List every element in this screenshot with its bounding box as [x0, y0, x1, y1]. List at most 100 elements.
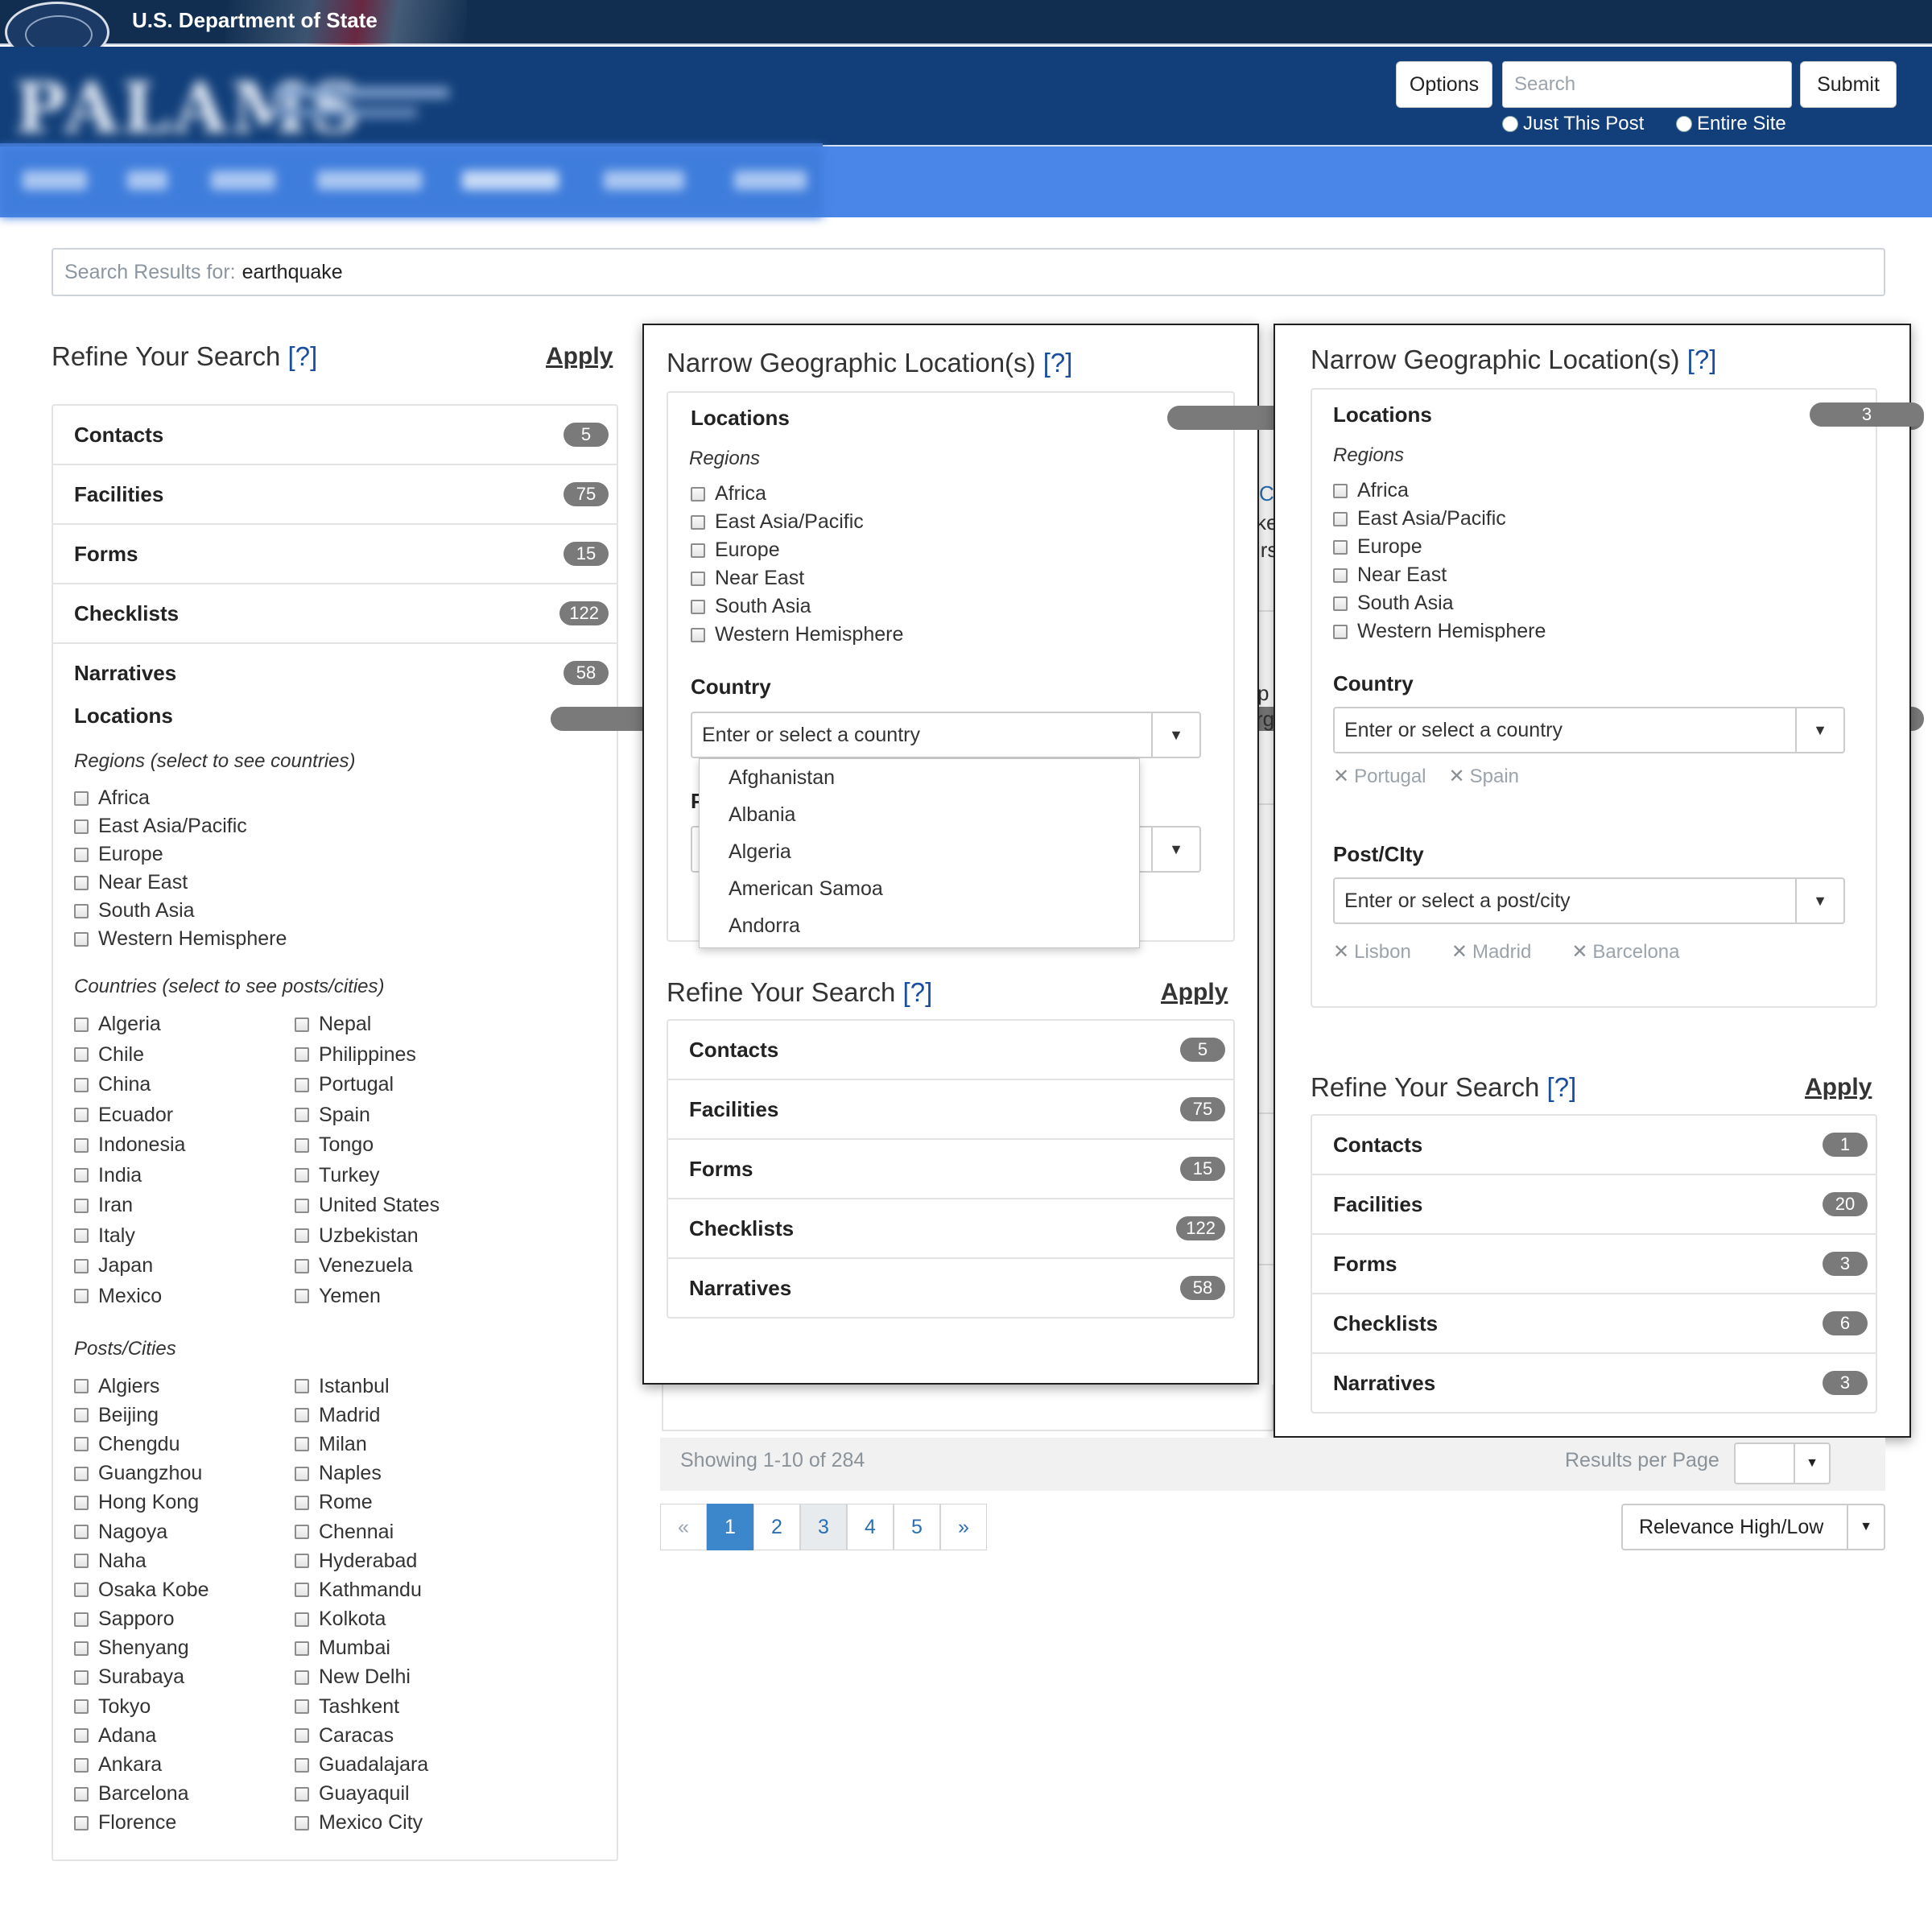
checkbox[interactable]	[74, 790, 89, 806]
checkbox-item[interactable]: Sapporo	[74, 1605, 209, 1634]
checkbox[interactable]	[74, 1437, 89, 1452]
checkbox[interactable]	[691, 571, 705, 586]
checkbox[interactable]	[74, 1728, 89, 1744]
options-button[interactable]: Options	[1396, 61, 1492, 108]
checkbox[interactable]	[74, 1670, 89, 1685]
category-row[interactable]: Checklists 122	[53, 584, 617, 644]
remove-x-icon[interactable]: ✕	[1333, 765, 1349, 788]
selected-chip[interactable]: ✕ Madrid	[1451, 940, 1531, 964]
checkbox-item[interactable]: Madrid	[295, 1401, 428, 1430]
page-5-button[interactable]: 5	[894, 1504, 940, 1550]
sort-select[interactable]: Relevance High/Low ▼	[1621, 1504, 1885, 1550]
checkbox-item[interactable]: Chile	[74, 1040, 185, 1071]
checkbox-item[interactable]: Nagoya	[74, 1517, 209, 1546]
category-row[interactable]: Forms 3	[1312, 1235, 1876, 1294]
checkbox[interactable]	[295, 1612, 309, 1627]
category-row[interactable]: Facilities 75	[668, 1080, 1233, 1140]
checkbox-item[interactable]: South Asia	[691, 592, 903, 621]
caret-down-icon[interactable]: ▼	[1151, 828, 1199, 871]
checkbox[interactable]	[691, 543, 705, 558]
checkbox-item[interactable]: Philippines	[295, 1040, 440, 1071]
category-row[interactable]: Forms 15	[53, 525, 617, 584]
checkbox[interactable]	[295, 1137, 309, 1153]
checkbox[interactable]	[295, 1047, 309, 1063]
site-logo[interactable]: PALAMS	[6, 56, 457, 149]
checkbox-item[interactable]: Guayaquil	[295, 1780, 428, 1809]
checkbox[interactable]	[74, 1289, 89, 1304]
checkbox-item[interactable]: Kolkota	[295, 1605, 428, 1634]
checkbox[interactable]	[295, 1757, 309, 1773]
checkbox-item[interactable]: East Asia/Pacific	[691, 508, 903, 536]
checkbox[interactable]	[74, 1495, 89, 1510]
checkbox[interactable]	[74, 847, 89, 862]
caret-down-icon[interactable]: ▼	[1151, 713, 1199, 757]
caret-down-icon[interactable]: ▼	[1795, 879, 1843, 922]
category-row[interactable]: Forms 15	[668, 1140, 1233, 1199]
checkbox-item[interactable]: Near East	[691, 564, 903, 592]
country-option[interactable]: Albania	[700, 796, 1139, 833]
country-option[interactable]: Andorra	[700, 907, 1139, 944]
checkbox[interactable]	[74, 1168, 89, 1183]
country-option[interactable]: Algeria	[700, 833, 1139, 870]
help-link[interactable]: [?]	[1547, 1072, 1577, 1102]
checkbox-item[interactable]: Guadalajara	[295, 1750, 428, 1779]
category-row[interactable]: Narratives 58	[53, 644, 617, 702]
checkbox[interactable]	[691, 599, 705, 614]
checkbox[interactable]	[295, 1289, 309, 1304]
checkbox[interactable]	[74, 1641, 89, 1656]
checkbox-item[interactable]: Europe	[691, 536, 903, 564]
checkbox[interactable]	[74, 1466, 89, 1481]
caret-down-icon[interactable]: ▼	[1795, 708, 1843, 752]
remove-x-icon[interactable]: ✕	[1449, 765, 1465, 788]
checkbox-item[interactable]: Chennai	[295, 1517, 428, 1546]
checkbox[interactable]	[74, 1699, 89, 1715]
checkbox-item[interactable]: Near East	[74, 869, 287, 897]
caret-down-icon[interactable]: ▼	[1794, 1444, 1829, 1483]
checkbox-item[interactable]: Naha	[74, 1546, 209, 1575]
scope-just-this-post[interactable]: Just This Post	[1502, 113, 1644, 135]
category-row[interactable]: Facilities 75	[53, 465, 617, 525]
checkbox[interactable]	[295, 1815, 309, 1831]
submit-button[interactable]: Submit	[1800, 61, 1897, 108]
checkbox-item[interactable]: Milan	[295, 1430, 428, 1459]
checkbox-item[interactable]: Tongo	[295, 1130, 440, 1161]
checkbox[interactable]	[74, 1379, 89, 1394]
category-row[interactable]: Checklists 6	[1312, 1294, 1876, 1354]
checkbox[interactable]	[1333, 511, 1348, 526]
checkbox-item[interactable]: Beijing	[74, 1401, 209, 1430]
checkbox-item[interactable]: Mumbai	[295, 1634, 428, 1663]
checkbox-item[interactable]: Uzbekistan	[295, 1221, 440, 1252]
checkbox[interactable]	[295, 1466, 309, 1481]
category-row[interactable]: Narratives 58	[668, 1259, 1233, 1317]
help-link[interactable]: [?]	[903, 977, 933, 1007]
checkbox[interactable]	[74, 1228, 89, 1244]
checkbox[interactable]	[691, 627, 705, 642]
search-input[interactable]	[1502, 61, 1792, 108]
checkbox[interactable]	[295, 1168, 309, 1183]
checkbox[interactable]	[691, 514, 705, 530]
results-per-page-select[interactable]: ▼	[1734, 1443, 1831, 1484]
checkbox-item[interactable]: Turkey	[295, 1161, 440, 1191]
checkbox-item[interactable]: Kathmandu	[295, 1575, 428, 1604]
checkbox-item[interactable]: Adana	[74, 1721, 209, 1750]
checkbox[interactable]	[74, 1137, 89, 1153]
checkbox[interactable]	[1333, 624, 1348, 639]
checkbox-item[interactable]: Caracas	[295, 1721, 428, 1750]
checkbox[interactable]	[74, 1198, 89, 1213]
checkbox[interactable]	[295, 1379, 309, 1394]
checkbox[interactable]	[295, 1786, 309, 1802]
checkbox-item[interactable]: Osaka Kobe	[74, 1575, 209, 1604]
scope-entire-site[interactable]: Entire Site	[1676, 113, 1786, 135]
checkbox[interactable]	[74, 1786, 89, 1802]
checkbox-item[interactable]: Mexico	[74, 1282, 185, 1312]
search-results-for-field[interactable]: Search Results for: earthquake	[52, 248, 1885, 296]
checkbox-item[interactable]: Western Hemisphere	[1333, 617, 1546, 646]
checkbox-item[interactable]: Chengdu	[74, 1430, 209, 1459]
selected-chip[interactable]: ✕ Barcelona	[1571, 940, 1679, 964]
nav-item[interactable]	[127, 171, 167, 190]
country-option[interactable]: Afghanistan	[700, 759, 1139, 796]
checkbox-item[interactable]: Florence	[74, 1809, 209, 1838]
locations-header[interactable]: Locations	[74, 704, 617, 728]
checkbox[interactable]	[74, 1815, 89, 1831]
checkbox-item[interactable]: Western Hemisphere	[74, 925, 287, 953]
